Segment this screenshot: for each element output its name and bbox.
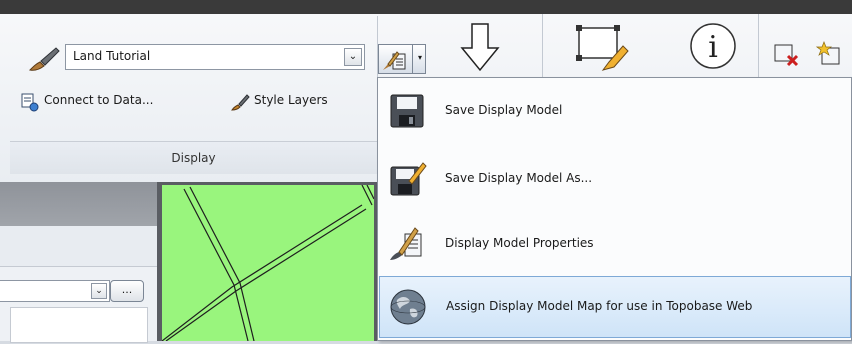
down-arrow-icon[interactable] [458, 20, 502, 74]
style-layers-label: Style Layers [254, 93, 328, 107]
menu-item-display-model-properties[interactable]: Display Model Properties [379, 214, 851, 274]
panel-title: Display [10, 141, 377, 174]
globe-icon [388, 287, 428, 327]
rectangle-edit-icon[interactable] [573, 20, 631, 72]
paintbrush-icon [24, 44, 64, 74]
title-bar [0, 0, 852, 14]
display-model-menu: Save Display Model Save Display Model As… [377, 77, 852, 341]
menu-item-label: Assign Display Model Map for use in Topo… [446, 299, 753, 313]
chevron-down-icon[interactable]: ⌄ [344, 48, 362, 66]
svg-text:i: i [708, 30, 718, 65]
remove-layer-icon[interactable] [772, 40, 800, 68]
floppy-disk-icon [387, 91, 427, 131]
task-pane-header [0, 182, 157, 226]
chevron-down-icon[interactable]: ⌄ [91, 283, 107, 299]
connect-data-icon [20, 92, 40, 112]
display-model-properties-icon [387, 224, 427, 264]
menu-item-label: Save Display Model [445, 103, 563, 117]
menu-item-label: Display Model Properties [445, 236, 594, 250]
task-pane-select[interactable]: ⌄ [0, 280, 110, 302]
connect-to-data-label: Connect to Data... [44, 93, 154, 107]
task-pane-toolbar [0, 226, 157, 267]
paintbrush-icon [230, 92, 250, 112]
task-pane-content [10, 307, 148, 343]
browse-button[interactable]: ... [110, 280, 144, 302]
style-layers-button[interactable]: Style Layers [230, 91, 365, 113]
floppy-disk-pencil-icon [387, 159, 427, 199]
menu-item-assign-display-model-map[interactable]: Assign Display Model Map for use in Topo… [379, 276, 851, 338]
info-icon[interactable]: i [683, 16, 743, 76]
chevron-down-icon[interactable]: ▾ [412, 44, 427, 74]
connect-to-data-button[interactable]: Connect to Data... [20, 91, 215, 113]
display-model-properties-icon [381, 48, 411, 72]
new-layer-icon[interactable] [815, 40, 844, 68]
menu-item-save-display-model-as[interactable]: Save Display Model As... [379, 149, 851, 209]
display-model-select[interactable]: Land Tutorial ⌄ [65, 44, 365, 70]
menu-item-save-display-model[interactable]: Save Display Model [379, 81, 851, 141]
menu-item-label: Save Display Model As... [445, 171, 593, 185]
map-canvas[interactable] [161, 184, 375, 342]
display-model-value: Land Tutorial [73, 49, 151, 63]
